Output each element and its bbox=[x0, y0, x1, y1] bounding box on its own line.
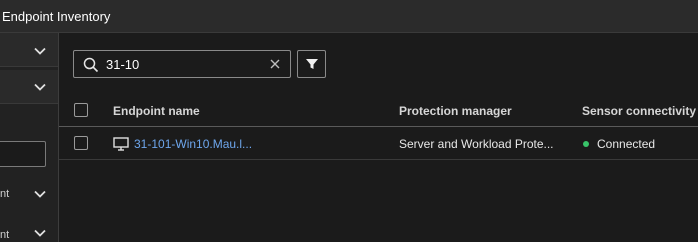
sidebar-section-2[interactable] bbox=[0, 70, 58, 104]
column-header-endpoint-name[interactable]: Endpoint name bbox=[113, 104, 200, 118]
window-title: Endpoint Inventory bbox=[2, 9, 111, 24]
filter-sidebar: nt nt bbox=[0, 33, 59, 242]
sidebar-dropdown-1[interactable]: nt bbox=[0, 179, 58, 213]
table-row[interactable]: 31-101-Win10.Mau.l... Server and Workloa… bbox=[59, 127, 698, 160]
sidebar-section-1[interactable] bbox=[0, 33, 58, 67]
main-panel: Endpoint name Protection manager Sensor … bbox=[59, 33, 698, 242]
filter-button[interactable] bbox=[297, 50, 326, 78]
protection-manager-cell: Server and Workload Prote... bbox=[399, 137, 554, 151]
title-bar: Endpoint Inventory bbox=[0, 0, 698, 33]
search-box[interactable] bbox=[73, 50, 291, 78]
sidebar-dropdown-label: nt bbox=[0, 188, 10, 200]
sensor-connectivity-cell: Connected bbox=[597, 137, 656, 151]
endpoint-name-link[interactable]: 31-101-Win10.Mau.l... bbox=[134, 137, 252, 151]
sidebar-dropdown-2[interactable]: nt bbox=[0, 220, 58, 242]
column-header-protection-manager[interactable]: Protection manager bbox=[399, 104, 512, 118]
sidebar-dropdown-label: nt bbox=[0, 229, 10, 241]
status-dot bbox=[583, 141, 589, 147]
table-header: Endpoint name Protection manager Sensor … bbox=[59, 94, 698, 127]
select-all-checkbox[interactable] bbox=[74, 103, 88, 117]
close-icon[interactable] bbox=[268, 57, 282, 71]
column-header-sensor-connectivity[interactable]: Sensor connectivity bbox=[582, 104, 696, 118]
monitor-icon bbox=[113, 137, 129, 151]
chevron-down-icon[interactable] bbox=[33, 80, 47, 94]
sidebar-input[interactable] bbox=[0, 141, 46, 167]
filter-icon bbox=[306, 59, 318, 69]
search-icon bbox=[83, 57, 99, 73]
search-input[interactable] bbox=[106, 57, 256, 72]
chevron-down-icon[interactable] bbox=[33, 226, 47, 240]
chevron-down-icon[interactable] bbox=[33, 44, 47, 58]
row-checkbox[interactable] bbox=[74, 136, 88, 150]
chevron-down-icon[interactable] bbox=[33, 187, 47, 201]
